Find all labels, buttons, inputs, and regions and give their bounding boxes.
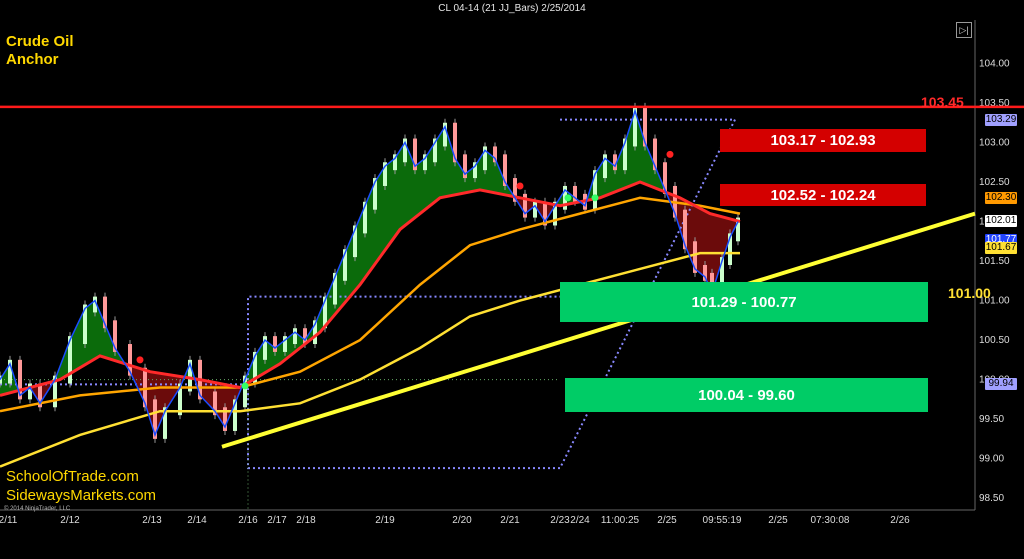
bear-fill	[219, 383, 222, 423]
x-tick-label: 2/23	[550, 515, 570, 526]
x-tick-label: 2/26	[890, 515, 910, 526]
bull-fill	[438, 133, 441, 200]
bull-fill	[270, 344, 273, 370]
x-tick-label: 2/16	[238, 515, 258, 526]
x-tick-label: 2/11	[0, 515, 18, 526]
x-tick-label: 2/25	[768, 515, 788, 526]
signal-dot	[241, 382, 249, 390]
x-tick-label: 2/25	[657, 515, 677, 526]
bull-fill	[468, 169, 471, 193]
x-tick-label: 2/20	[452, 515, 472, 526]
bull-fill	[360, 210, 363, 285]
y-tick-label: 102.50	[979, 177, 1010, 188]
website-label-1: SchoolOfTrade.com	[6, 468, 139, 485]
x-tick-label: 11:00:25	[601, 515, 640, 526]
candle-body	[293, 328, 297, 345]
y-tick-label: 100.50	[979, 335, 1010, 346]
support-zone-2: 100.04 - 99.60	[565, 378, 928, 412]
chart-toggle-icon[interactable]: ▷|	[956, 22, 972, 38]
candle-body	[273, 336, 277, 352]
support-zone-1: 101.29 - 100.77	[560, 282, 928, 322]
bull-fill	[417, 162, 420, 216]
bull-fill	[480, 153, 483, 191]
bull-fill	[408, 149, 411, 224]
chart-root: 104.00103.50103.00102.50102.00101.50101.…	[0, 0, 1024, 554]
y-tick-label: 98.50	[979, 493, 1004, 504]
bull-fill	[489, 153, 492, 193]
price-badge: 103.29	[985, 113, 1017, 126]
bull-fill	[348, 238, 351, 299]
bear-fill	[210, 381, 213, 410]
resistance-zone-1: 103.17 - 102.93	[720, 129, 926, 152]
bull-fill	[78, 316, 81, 369]
price-badge: 102.01	[985, 214, 1017, 227]
signal-dot	[564, 194, 572, 202]
bull-fill	[387, 162, 390, 248]
bear-fill	[699, 207, 702, 275]
price-badge: 99.94	[985, 378, 1017, 391]
x-tick-label: 2/21	[500, 515, 520, 526]
price-chart[interactable]: 104.00103.50103.00102.50102.00101.50101.…	[0, 0, 1024, 554]
resistance-zone-2: 102.52 - 102.24	[720, 184, 926, 206]
y-tick-label: 103.00	[979, 138, 1010, 149]
bull-fill	[420, 159, 423, 214]
instrument-name: Crude Oil	[6, 33, 74, 50]
y-tick-label: 99.50	[979, 414, 1004, 425]
bull-fill	[600, 161, 603, 198]
bull-fill	[357, 217, 360, 289]
x-tick-label: 2/19	[375, 515, 395, 526]
x-tick-label: 09:55:19	[703, 515, 742, 526]
bull-fill	[90, 302, 93, 362]
x-tick-label: 2/12	[60, 515, 80, 526]
instrument-sub: Anchor	[6, 51, 59, 68]
bull-fill	[609, 161, 612, 195]
y-tick-label: 104.00	[979, 58, 1010, 69]
signal-dot	[136, 356, 144, 364]
bear-fill	[714, 214, 717, 287]
price-badge: 101.67	[985, 241, 1017, 254]
y-tick-label: 101.50	[979, 256, 1010, 267]
bull-fill	[399, 147, 402, 231]
x-tick-label: 2/18	[296, 515, 316, 526]
chart-title: CL 04-14 (21 JJ_Bars) 2/25/2014	[438, 3, 586, 14]
bull-fill	[390, 159, 393, 244]
bull-fill	[87, 304, 90, 364]
signal-dot	[591, 194, 599, 202]
y-tick-label: 99.00	[979, 454, 1004, 465]
x-tick-label: 07:30:08	[811, 515, 850, 526]
signal-dot	[516, 182, 524, 190]
signal-dot	[666, 150, 674, 158]
support-level-label: 101.00	[948, 285, 991, 301]
bull-fill	[378, 172, 381, 260]
candle-body	[533, 201, 537, 218]
x-tick-label: 2/24	[570, 515, 590, 526]
bull-fill	[429, 147, 432, 207]
x-tick-label: 2/14	[187, 515, 207, 526]
price-badge: 102.30	[985, 191, 1017, 204]
website-label-2: SidewaysMarkets.com	[6, 487, 157, 504]
x-tick-label: 2/17	[267, 515, 287, 526]
copyright: © 2014 NinjaTrader, LLC	[4, 506, 71, 512]
bull-fill	[267, 341, 270, 372]
x-tick-label: 2/13	[142, 515, 162, 526]
bull-fill	[369, 189, 372, 273]
resistance-level-label: 103.45	[921, 94, 964, 110]
instrument-label: Crude Oil Anchor	[6, 33, 74, 69]
